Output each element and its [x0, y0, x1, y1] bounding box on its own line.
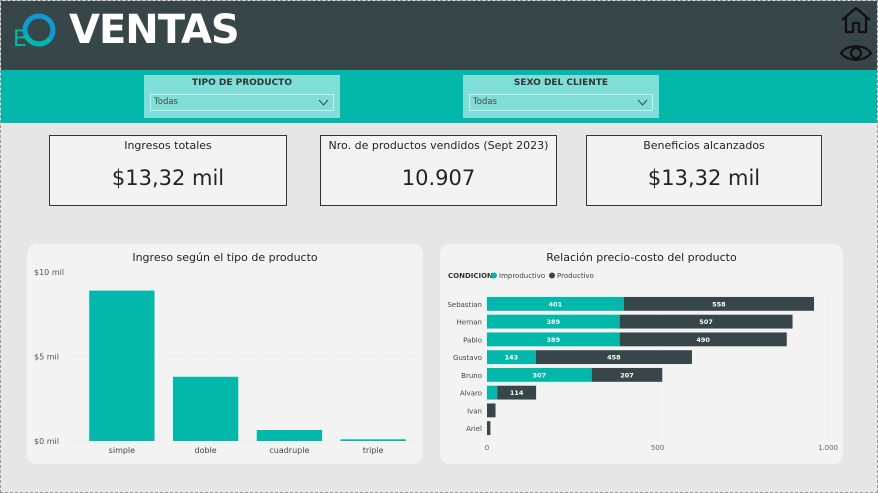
legend-marker — [549, 272, 555, 279]
kpi-value: 10.907 — [401, 166, 476, 190]
x-tick-label: simple — [109, 446, 135, 455]
legend-label: Improductivo — [499, 272, 545, 280]
bar-segment — [487, 403, 496, 418]
data-label: 307 — [533, 371, 547, 379]
page-title: VENTAS — [69, 7, 240, 53]
data-label: 507 — [699, 318, 713, 326]
eye-icon[interactable] — [839, 41, 873, 65]
kpi-title: Beneficios alcanzados — [643, 139, 765, 152]
y-tick-label: $0 mil — [34, 437, 59, 446]
y-tick-label: Sebastian — [447, 301, 482, 309]
chart-card-ingreso-tipo: Ingreso según el tipo de producto $0 mil… — [27, 244, 423, 464]
slicer-label: TIPO DE PRODUCTO — [192, 78, 292, 88]
chart-title: Relación precio-costo del producto — [546, 251, 737, 264]
sexo-cliente-dropdown[interactable]: Todas — [469, 94, 653, 111]
data-label: 558 — [712, 300, 726, 308]
header-bar: E VENTAS — [1, 1, 877, 70]
slicer-label: SEXO DEL CLIENTE — [513, 78, 609, 88]
y-tick-label: Pablo — [463, 336, 482, 344]
legend-title: CONDICION — [448, 272, 493, 280]
y-tick-label: Ivan — [467, 407, 482, 415]
legend-label: Productivo — [557, 272, 594, 280]
bar — [256, 430, 323, 441]
x-tick-label: cuadruple — [269, 446, 309, 455]
x-tick-label: 500 — [651, 444, 664, 452]
y-tick-label: Bruno — [461, 372, 482, 380]
bar-segment — [487, 421, 491, 436]
data-label: 458 — [607, 354, 621, 362]
y-tick-label: $5 mil — [34, 353, 59, 362]
x-tick-label: 0 — [485, 444, 489, 452]
chevron-down-icon — [318, 99, 329, 106]
kpi-ingresos-totales: Ingresos totales $13,32 mil — [49, 135, 287, 206]
data-label: 389 — [547, 336, 561, 344]
home-icon[interactable] — [839, 5, 873, 35]
data-label: 389 — [547, 318, 561, 326]
kpi-value: $13,32 mil — [111, 166, 225, 190]
kpi-title: Nro. de productos vendidos (Sept 2023) — [328, 139, 549, 152]
kpi-productos-vendidos: Nro. de productos vendidos (Sept 2023) 1… — [320, 135, 557, 206]
data-label: 143 — [505, 354, 519, 362]
bar — [89, 290, 155, 441]
bar — [172, 376, 239, 441]
chevron-down-icon — [637, 99, 648, 106]
filter-bar: TIPO DE PRODUCTO Todas SEXO DEL CLIENTE … — [1, 70, 877, 123]
chart-title: Ingreso según el tipo de producto — [132, 251, 318, 264]
company-logo: E — [13, 13, 56, 51]
data-label: 114 — [510, 389, 524, 397]
kpi-title: Ingresos totales — [124, 139, 212, 152]
bar-chart: $0 mil $5 mil $10 mil simple doble cuadruple t… — [34, 268, 415, 455]
kpi-value: $13,32 mil — [647, 166, 761, 190]
y-tick-label: Hernan — [457, 319, 483, 327]
slicer-tipo-producto: TIPO DE PRODUCTO Todas — [144, 75, 340, 118]
chart-card-precio-costo: Relación precio-costo del producto CONDI… — [440, 244, 843, 464]
y-tick-label: Ariel — [466, 425, 482, 433]
dropdown-value: Todas — [154, 97, 178, 107]
x-tick-label: doble — [195, 446, 217, 455]
tipo-producto-dropdown[interactable]: Todas — [150, 94, 334, 111]
bar — [340, 439, 406, 441]
kpi-beneficios: Beneficios alcanzados $13,32 mil — [586, 135, 822, 206]
data-label: 490 — [696, 336, 710, 344]
legend-marker — [491, 272, 497, 279]
stacked-bar-chart: CONDICION Improductivo Productivo 0 500 1.000… — [447, 272, 838, 452]
y-tick-label: $10 mil — [34, 268, 64, 277]
x-tick-label: triple — [363, 446, 384, 455]
dropdown-value: Todas — [473, 97, 497, 107]
y-tick-label: Gustavo — [453, 354, 482, 362]
logo-letter: E — [13, 27, 27, 51]
data-label: 401 — [549, 300, 563, 308]
y-tick-label: Alvaro — [460, 390, 482, 398]
x-tick-label: 1.000 — [818, 444, 838, 452]
data-label: 207 — [620, 371, 634, 379]
bar-segment — [487, 385, 498, 400]
slicer-sexo-cliente: SEXO DEL CLIENTE Todas — [463, 75, 659, 118]
